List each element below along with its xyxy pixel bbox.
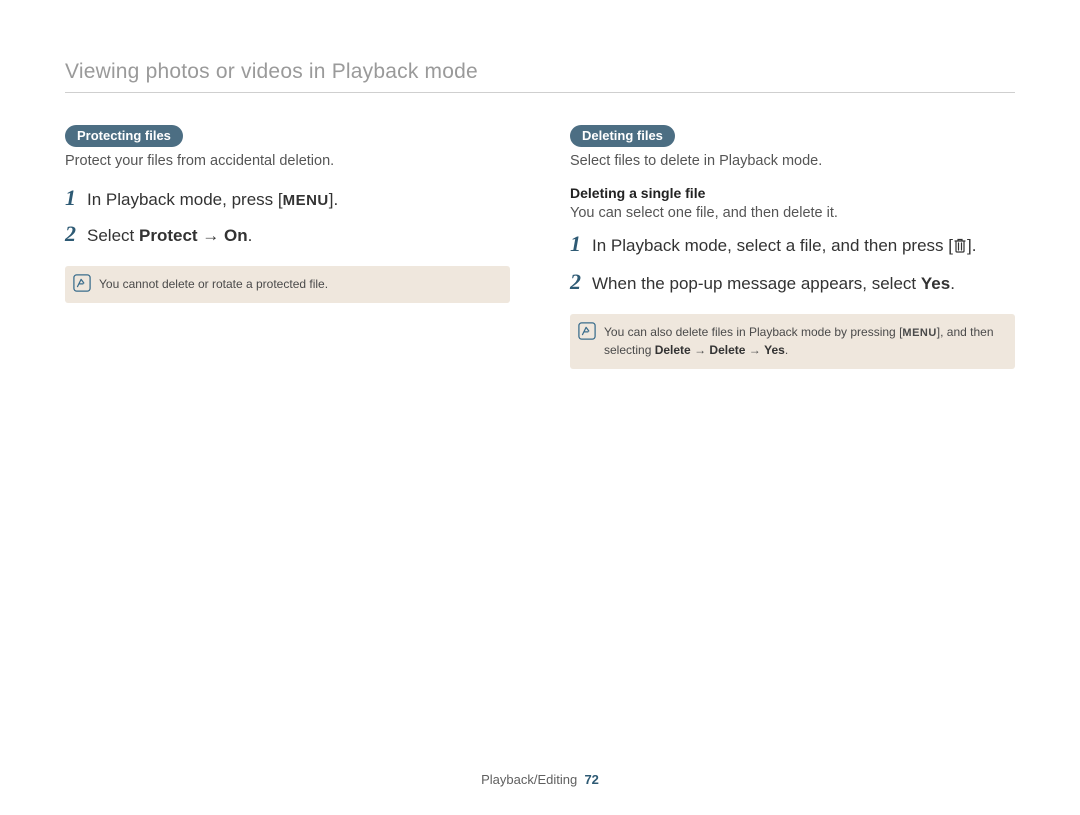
text: . [950, 274, 955, 293]
text: ]. [329, 190, 338, 209]
note-box: You can also delete files in Playback mo… [570, 314, 1015, 369]
steps-list: 1 In Playback mode, select a file, and t… [570, 231, 1015, 296]
sub-desc: You can select one file, and then delete… [570, 205, 1015, 221]
left-column: Protecting files Protect your files from… [65, 125, 510, 369]
step-number: 1 [65, 185, 87, 211]
section-pill-protecting: Protecting files [65, 125, 183, 147]
step-number: 2 [570, 269, 592, 295]
menu-icon-label: MENU [283, 192, 329, 209]
bold-text: Yes [764, 343, 785, 357]
right-column: Deleting files Select files to delete in… [570, 125, 1015, 369]
steps-list: 1 In Playback mode, press [MENU]. 2 Sele… [65, 185, 510, 248]
arrow-text: → [745, 343, 764, 357]
footer-page-number: 72 [584, 772, 598, 787]
text: . [248, 226, 253, 245]
text: Select [87, 226, 139, 245]
page-footer: Playback/Editing 72 [0, 772, 1080, 787]
step-item: 1 In Playback mode, press [MENU]. [65, 185, 510, 213]
step-item: 2 When the pop-up message appears, selec… [570, 269, 1015, 297]
arrow-text: → [691, 343, 710, 357]
step-text: In Playback mode, select a file, and the… [592, 233, 976, 261]
section-pill-deleting: Deleting files [570, 125, 675, 147]
menu-icon-label: MENU [902, 327, 936, 339]
text: You can also delete files in Playback mo… [604, 325, 902, 339]
page-title: Viewing photos or videos in Playback mod… [65, 60, 1015, 84]
note-text: You can also delete files in Playback mo… [604, 314, 1015, 369]
trash-icon [953, 235, 967, 261]
note-text: You cannot delete or rotate a protected … [99, 266, 338, 303]
step-item: 1 In Playback mode, select a file, and t… [570, 231, 1015, 261]
text: In Playback mode, select a file, and the… [592, 236, 953, 255]
bold-text: Yes [921, 274, 950, 293]
step-number: 2 [65, 221, 87, 247]
step-item: 2 Select Protect → On. [65, 221, 510, 249]
footer-section: Playback/Editing [481, 772, 577, 787]
bold-text: On [224, 226, 248, 245]
sub-heading: Deleting a single file [570, 185, 1015, 201]
text: In Playback mode, press [ [87, 190, 283, 209]
bold-text: Delete [655, 343, 691, 357]
manual-page: Viewing photos or videos in Playback mod… [0, 0, 1080, 815]
intro-text: Select files to delete in Playback mode. [570, 153, 1015, 169]
columns: Protecting files Protect your files from… [65, 125, 1015, 369]
intro-text: Protect your files from accidental delet… [65, 153, 510, 169]
bold-text: Delete [709, 343, 745, 357]
note-icon [570, 314, 604, 369]
step-text: In Playback mode, press [MENU]. [87, 187, 338, 213]
divider [65, 92, 1015, 93]
text: . [785, 343, 788, 357]
bold-text: Protect [139, 226, 198, 245]
step-text: Select Protect → On. [87, 223, 252, 249]
note-icon [65, 266, 99, 303]
text: When the pop-up message appears, select [592, 274, 921, 293]
text: ]. [967, 236, 976, 255]
arrow-text: → [198, 226, 224, 245]
step-number: 1 [570, 231, 592, 257]
step-text: When the pop-up message appears, select … [592, 271, 955, 297]
note-box: You cannot delete or rotate a protected … [65, 266, 510, 303]
